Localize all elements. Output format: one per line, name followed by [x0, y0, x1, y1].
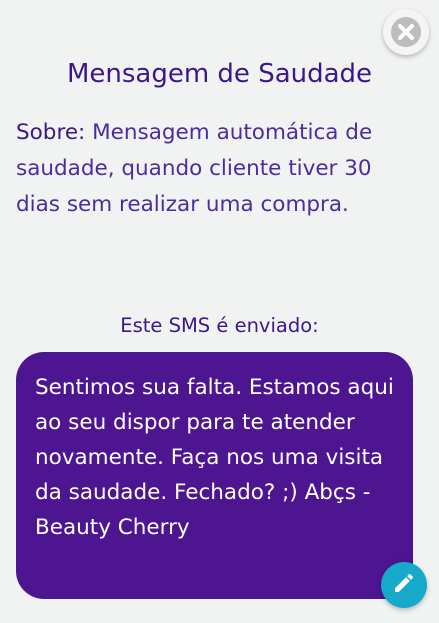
edit-message-button[interactable]: [381, 562, 427, 608]
close-icon: [391, 17, 421, 47]
sms-sent-label: Este SMS é enviado:: [120, 314, 319, 337]
sms-message-bubble: Sentimos sua falta. Estamos aqui ao seu …: [16, 352, 413, 599]
close-button[interactable]: [383, 9, 429, 55]
dialog-title: Mensagem de Saudade: [66, 59, 373, 89]
sms-message-text: Sentimos sua falta. Estamos aqui ao seu …: [35, 375, 394, 540]
about-text-block: Sobre: Mensagem automática de saudade, q…: [16, 115, 412, 223]
about-label: Sobre:: [16, 120, 86, 145]
pencil-icon: [392, 571, 416, 599]
